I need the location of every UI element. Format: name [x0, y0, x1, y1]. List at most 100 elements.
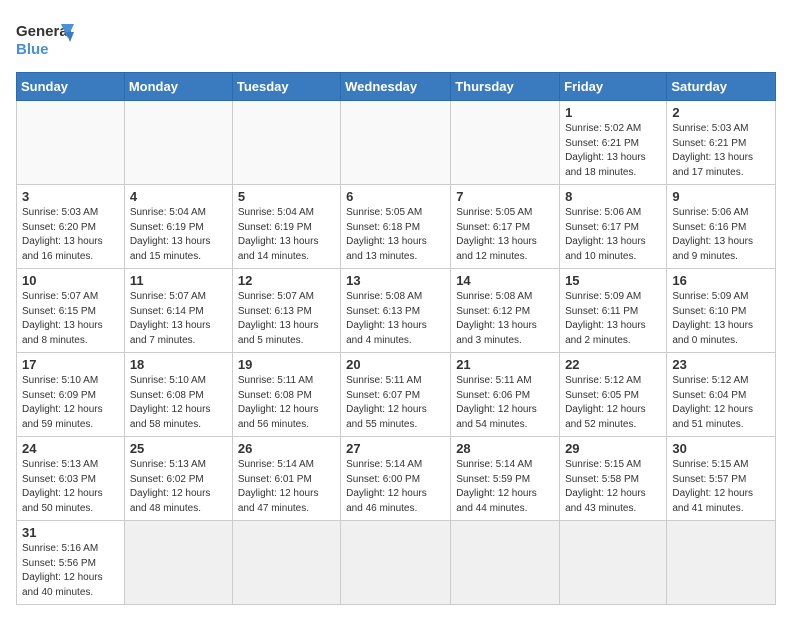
day-cell: 27 Sunrise: 5:14 AM Sunset: 6:00 PM Dayli… [341, 437, 451, 521]
day-cell: 23Sunrise: 5:12 AM Sunset: 6:04 PM Dayli… [667, 353, 776, 437]
day-number: 20 [346, 357, 445, 372]
day-cell: 10 Sunrise: 5:07 AM Sunset: 6:15 PM Dayli… [17, 269, 125, 353]
day-info: Sunrise: 5:07 AM Sunset: 6:14 PM Dayligh… [130, 290, 227, 348]
day-info: Sunrise: 5:14 AM Sunset: 6:00 PM Dayligh… [346, 458, 445, 516]
day-cell: 2 Sunrise: 5:03 AM Sunset: 6:21 PM Daylig… [667, 101, 776, 185]
day-cell: 26 Sunrise: 5:14 AM Sunset: 6:01 PM Dayli… [232, 437, 340, 521]
day-cell: 25 Sunrise: 5:13 AM Sunset: 6:02 PM Dayli… [124, 437, 232, 521]
day-info: Sunrise: 5:12 AM Sunset: 6:05 PM Dayligh… [565, 374, 661, 432]
day-cell: 17 Sunrise: 5:10 AM Sunset: 6:09 PM Dayli… [17, 353, 125, 437]
day-number: 22 [565, 357, 661, 372]
day-cell [341, 521, 451, 605]
day-info: Sunrise: 5:02 AM Sunset: 6:21 PM Dayligh… [565, 122, 661, 180]
day-number: 15 [565, 273, 661, 288]
weekday-header-sunday: Sunday [17, 73, 125, 101]
day-number: 7 [456, 189, 554, 204]
day-info: Sunrise: 5:16 AM Sunset: 5:56 PM Dayligh… [22, 542, 119, 600]
day-number: 17 [22, 357, 119, 372]
day-number: 9 [672, 189, 770, 204]
day-info: Sunrise: 5:13 AM Sunset: 6:03 PM Dayligh… [22, 458, 119, 516]
day-number: 31 [22, 525, 119, 540]
day-number: 27 [346, 441, 445, 456]
day-info: Sunrise: 5:12 AM Sunset: 6:04 PM Dayligh… [672, 374, 770, 432]
day-cell: 15 Sunrise: 5:09 AM Sunset: 6:11 PM Dayli… [560, 269, 667, 353]
day-cell: 7 Sunrise: 5:05 AM Sunset: 6:17 PM Daylig… [451, 185, 560, 269]
day-info: Sunrise: 5:04 AM Sunset: 6:19 PM Dayligh… [130, 206, 227, 264]
calendar-table: SundayMondayTuesdayWednesdayThursdayFrid… [16, 72, 776, 605]
day-number: 28 [456, 441, 554, 456]
day-cell [451, 521, 560, 605]
day-cell [560, 521, 667, 605]
day-info: Sunrise: 5:03 AM Sunset: 6:21 PM Dayligh… [672, 122, 770, 180]
weekday-header-saturday: Saturday [667, 73, 776, 101]
day-info: Sunrise: 5:11 AM Sunset: 6:06 PM Dayligh… [456, 374, 554, 432]
day-info: Sunrise: 5:10 AM Sunset: 6:08 PM Dayligh… [130, 374, 227, 432]
day-info: Sunrise: 5:03 AM Sunset: 6:20 PM Dayligh… [22, 206, 119, 264]
day-info: Sunrise: 5:06 AM Sunset: 6:16 PM Dayligh… [672, 206, 770, 264]
day-cell: 21 Sunrise: 5:11 AM Sunset: 6:06 PM Dayli… [451, 353, 560, 437]
weekday-header-row: SundayMondayTuesdayWednesdayThursdayFrid… [17, 73, 776, 101]
day-info: Sunrise: 5:05 AM Sunset: 6:17 PM Dayligh… [456, 206, 554, 264]
day-info: Sunrise: 5:15 AM Sunset: 5:58 PM Dayligh… [565, 458, 661, 516]
day-cell [341, 101, 451, 185]
day-number: 12 [238, 273, 335, 288]
week-row-4: 24 Sunrise: 5:13 AM Sunset: 6:03 PM Dayli… [17, 437, 776, 521]
day-cell: 11 Sunrise: 5:07 AM Sunset: 6:14 PM Dayli… [124, 269, 232, 353]
day-cell: 16Sunrise: 5:09 AM Sunset: 6:10 PM Dayli… [667, 269, 776, 353]
day-info: Sunrise: 5:08 AM Sunset: 6:12 PM Dayligh… [456, 290, 554, 348]
day-number: 8 [565, 189, 661, 204]
day-cell: 24 Sunrise: 5:13 AM Sunset: 6:03 PM Dayli… [17, 437, 125, 521]
weekday-header-monday: Monday [124, 73, 232, 101]
week-row-5: 31 Sunrise: 5:16 AM Sunset: 5:56 PM Dayli… [17, 521, 776, 605]
day-cell: 22 Sunrise: 5:12 AM Sunset: 6:05 PM Dayli… [560, 353, 667, 437]
day-number: 2 [672, 105, 770, 120]
day-cell: 12 Sunrise: 5:07 AM Sunset: 6:13 PM Dayli… [232, 269, 340, 353]
day-number: 11 [130, 273, 227, 288]
day-cell [232, 521, 340, 605]
svg-text:Blue: Blue [16, 41, 49, 58]
day-number: 24 [22, 441, 119, 456]
week-row-1: 3Sunrise: 5:03 AM Sunset: 6:20 PM Daylig… [17, 185, 776, 269]
day-cell: 29 Sunrise: 5:15 AM Sunset: 5:58 PM Dayli… [560, 437, 667, 521]
day-info: Sunrise: 5:07 AM Sunset: 6:13 PM Dayligh… [238, 290, 335, 348]
day-cell [124, 101, 232, 185]
day-info: Sunrise: 5:11 AM Sunset: 6:08 PM Dayligh… [238, 374, 335, 432]
day-cell [232, 101, 340, 185]
weekday-header-thursday: Thursday [451, 73, 560, 101]
day-cell [17, 101, 125, 185]
day-number: 21 [456, 357, 554, 372]
day-number: 5 [238, 189, 335, 204]
day-info: Sunrise: 5:08 AM Sunset: 6:13 PM Dayligh… [346, 290, 445, 348]
day-cell [451, 101, 560, 185]
day-number: 26 [238, 441, 335, 456]
day-info: Sunrise: 5:09 AM Sunset: 6:11 PM Dayligh… [565, 290, 661, 348]
day-cell: 31 Sunrise: 5:16 AM Sunset: 5:56 PM Dayli… [17, 521, 125, 605]
day-number: 16 [672, 273, 770, 288]
week-row-3: 17 Sunrise: 5:10 AM Sunset: 6:09 PM Dayli… [17, 353, 776, 437]
day-cell: 30Sunrise: 5:15 AM Sunset: 5:57 PM Dayli… [667, 437, 776, 521]
weekday-header-friday: Friday [560, 73, 667, 101]
day-number: 6 [346, 189, 445, 204]
day-cell: 9 Sunrise: 5:06 AM Sunset: 6:16 PM Daylig… [667, 185, 776, 269]
day-info: Sunrise: 5:10 AM Sunset: 6:09 PM Dayligh… [22, 374, 119, 432]
day-info: Sunrise: 5:04 AM Sunset: 6:19 PM Dayligh… [238, 206, 335, 264]
day-info: Sunrise: 5:14 AM Sunset: 5:59 PM Dayligh… [456, 458, 554, 516]
day-number: 29 [565, 441, 661, 456]
weekday-header-wednesday: Wednesday [341, 73, 451, 101]
day-info: Sunrise: 5:14 AM Sunset: 6:01 PM Dayligh… [238, 458, 335, 516]
day-cell: 3Sunrise: 5:03 AM Sunset: 6:20 PM Daylig… [17, 185, 125, 269]
day-cell: 20Sunrise: 5:11 AM Sunset: 6:07 PM Dayli… [341, 353, 451, 437]
day-number: 25 [130, 441, 227, 456]
day-info: Sunrise: 5:07 AM Sunset: 6:15 PM Dayligh… [22, 290, 119, 348]
day-number: 14 [456, 273, 554, 288]
day-info: Sunrise: 5:15 AM Sunset: 5:57 PM Dayligh… [672, 458, 770, 516]
day-cell: 13Sunrise: 5:08 AM Sunset: 6:13 PM Dayli… [341, 269, 451, 353]
week-row-0: 1Sunrise: 5:02 AM Sunset: 6:21 PM Daylig… [17, 101, 776, 185]
day-cell: 5 Sunrise: 5:04 AM Sunset: 6:19 PM Daylig… [232, 185, 340, 269]
day-number: 10 [22, 273, 119, 288]
logo: General Blue [16, 16, 76, 64]
day-cell: 4 Sunrise: 5:04 AM Sunset: 6:19 PM Daylig… [124, 185, 232, 269]
day-number: 4 [130, 189, 227, 204]
day-info: Sunrise: 5:13 AM Sunset: 6:02 PM Dayligh… [130, 458, 227, 516]
day-cell: 18Sunrise: 5:10 AM Sunset: 6:08 PM Dayli… [124, 353, 232, 437]
